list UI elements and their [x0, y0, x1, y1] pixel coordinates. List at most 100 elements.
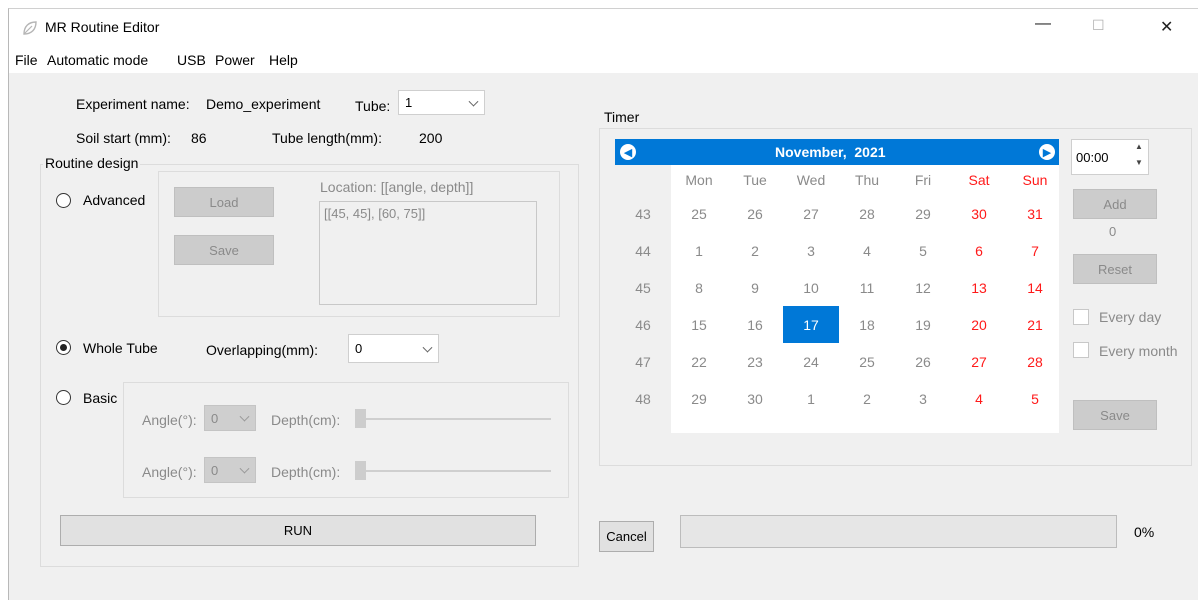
calendar-day[interactable]: 15 — [671, 306, 727, 343]
calendar-day[interactable]: 21 — [1007, 306, 1063, 343]
leaf-icon — [23, 21, 37, 35]
calendar-day[interactable]: 1 — [671, 232, 727, 269]
calendar-day[interactable]: 23 — [727, 343, 783, 380]
angle-select-1[interactable]: 0 — [204, 405, 256, 431]
close-button[interactable]: ✕ — [1160, 17, 1173, 37]
weekday-header: Sun — [1022, 172, 1048, 188]
calendar-day[interactable]: 26 — [727, 195, 783, 232]
calendar-day[interactable]: 30 — [727, 380, 783, 417]
cancel-button[interactable]: Cancel — [599, 521, 654, 552]
right-arrow-icon[interactable]: ▶ — [1039, 144, 1055, 160]
calendar-day[interactable]: 9 — [727, 269, 783, 306]
chevron-down-icon — [422, 342, 433, 353]
whole-tube-label: Whole Tube — [83, 340, 158, 356]
tube-length-value: 200 — [419, 130, 443, 146]
calendar-day[interactable]: 2 — [727, 232, 783, 269]
calendar-day[interactable]: 11 — [839, 269, 895, 306]
every-month-checkbox[interactable] — [1073, 342, 1089, 358]
calendar-day[interactable]: 13 — [951, 269, 1007, 306]
depth-slider-1[interactable] — [355, 409, 366, 428]
spin-down-icon[interactable]: ▼ — [1135, 158, 1143, 167]
every-day-label: Every day — [1099, 309, 1162, 325]
calendar-day[interactable]: 19 — [895, 306, 951, 343]
calendar-day[interactable]: 5 — [1007, 380, 1063, 417]
reset-button[interactable]: Reset — [1073, 254, 1157, 284]
load-button[interactable]: Load — [174, 187, 274, 217]
tube-label: Tube: — [355, 98, 391, 114]
calendar-day[interactable]: 29 — [671, 380, 727, 417]
calendar-day[interactable]: 28 — [1007, 343, 1063, 380]
calendar-day[interactable]: 3 — [783, 232, 839, 269]
whole-tube-radio[interactable] — [56, 340, 71, 355]
tube-select[interactable]: 1 — [398, 90, 485, 115]
calendar-day[interactable]: 27 — [783, 195, 839, 232]
save-routine-button[interactable]: Save — [174, 235, 274, 265]
calendar-day[interactable]: 29 — [895, 195, 951, 232]
calendar-day[interactable]: 12 — [895, 269, 951, 306]
week-number: 47 — [635, 353, 651, 370]
basic-label: Basic — [83, 390, 118, 406]
calendar-month-year[interactable]: November, 2021 — [775, 144, 886, 160]
depth-slider-2[interactable] — [355, 461, 366, 480]
menu-help[interactable]: Help — [269, 52, 298, 68]
title-bar: MR Routine Editor — ☐ ✕ — [9, 9, 1198, 47]
calendar-day[interactable]: 4 — [951, 380, 1007, 417]
calendar-day[interactable]: 6 — [951, 232, 1007, 269]
calendar-day[interactable]: 3 — [895, 380, 951, 417]
every-month-label: Every month — [1099, 343, 1178, 359]
weekday-header: Sat — [968, 172, 990, 188]
menu-file[interactable]: File — [15, 52, 38, 68]
calendar-day[interactable]: 4 — [839, 232, 895, 269]
spin-up-icon[interactable]: ▲ — [1135, 142, 1143, 151]
weekday-header: Thu — [854, 172, 880, 188]
calendar-day[interactable]: 17 — [783, 306, 839, 343]
calendar-day[interactable]: 2 — [839, 380, 895, 417]
calendar-day[interactable]: 16 — [727, 306, 783, 343]
time-spinbox[interactable]: 00:00 ▲ ▼ — [1071, 139, 1149, 175]
calendar-day[interactable]: 26 — [895, 343, 951, 380]
calendar-day[interactable]: 25 — [839, 343, 895, 380]
angle-select-1-value: 0 — [211, 410, 219, 426]
calendar-day[interactable]: 27 — [951, 343, 1007, 380]
calendar-day[interactable]: 8 — [671, 269, 727, 306]
add-button[interactable]: Add — [1073, 189, 1157, 219]
maximize-button[interactable]: ☐ — [1092, 17, 1105, 34]
calendar-day[interactable]: 28 — [839, 195, 895, 232]
basic-radio[interactable] — [56, 390, 71, 405]
advanced-radio[interactable] — [56, 193, 71, 208]
overlapping-select[interactable]: 0 — [348, 334, 439, 363]
angle-select-2-value: 0 — [211, 462, 219, 478]
calendar-day[interactable]: 14 — [1007, 269, 1063, 306]
weekday-header: Fri — [914, 172, 932, 188]
run-button[interactable]: RUN — [60, 515, 536, 546]
minimize-button[interactable]: — — [1035, 15, 1051, 33]
angle-select-2[interactable]: 0 — [204, 457, 256, 483]
advanced-label: Advanced — [83, 192, 146, 208]
menu-usb[interactable]: USB — [177, 52, 206, 68]
calendar-day[interactable]: 7 — [1007, 232, 1063, 269]
location-textarea[interactable]: [[45, 45], [60, 75]] — [319, 201, 537, 305]
save-timer-button[interactable]: Save — [1073, 400, 1157, 430]
location-label: Location: [[angle, depth]] — [320, 179, 474, 195]
weekday-header: Tue — [743, 172, 767, 188]
calendar-day[interactable]: 5 — [895, 232, 951, 269]
weekday-header: Mon — [685, 172, 713, 188]
menu-automatic-mode[interactable]: Automatic mode — [47, 52, 148, 68]
soil-start-value: 86 — [191, 130, 207, 146]
calendar-day[interactable]: 18 — [839, 306, 895, 343]
weekday-header: Wed — [796, 172, 826, 188]
left-arrow-icon[interactable]: ◀ — [620, 144, 636, 160]
calendar-day[interactable]: 25 — [671, 195, 727, 232]
progress-bar — [680, 515, 1117, 548]
calendar-day[interactable]: 24 — [783, 343, 839, 380]
calendar-day[interactable]: 31 — [1007, 195, 1063, 232]
calendar-day[interactable]: 22 — [671, 343, 727, 380]
calendar-day[interactable]: 10 — [783, 269, 839, 306]
every-day-checkbox[interactable] — [1073, 309, 1089, 325]
chevron-down-icon — [468, 96, 479, 107]
menu-power[interactable]: Power — [215, 52, 255, 68]
calendar-day[interactable]: 1 — [783, 380, 839, 417]
calendar-day[interactable]: 20 — [951, 306, 1007, 343]
calendar-day[interactable]: 30 — [951, 195, 1007, 232]
window-title: MR Routine Editor — [45, 19, 160, 35]
